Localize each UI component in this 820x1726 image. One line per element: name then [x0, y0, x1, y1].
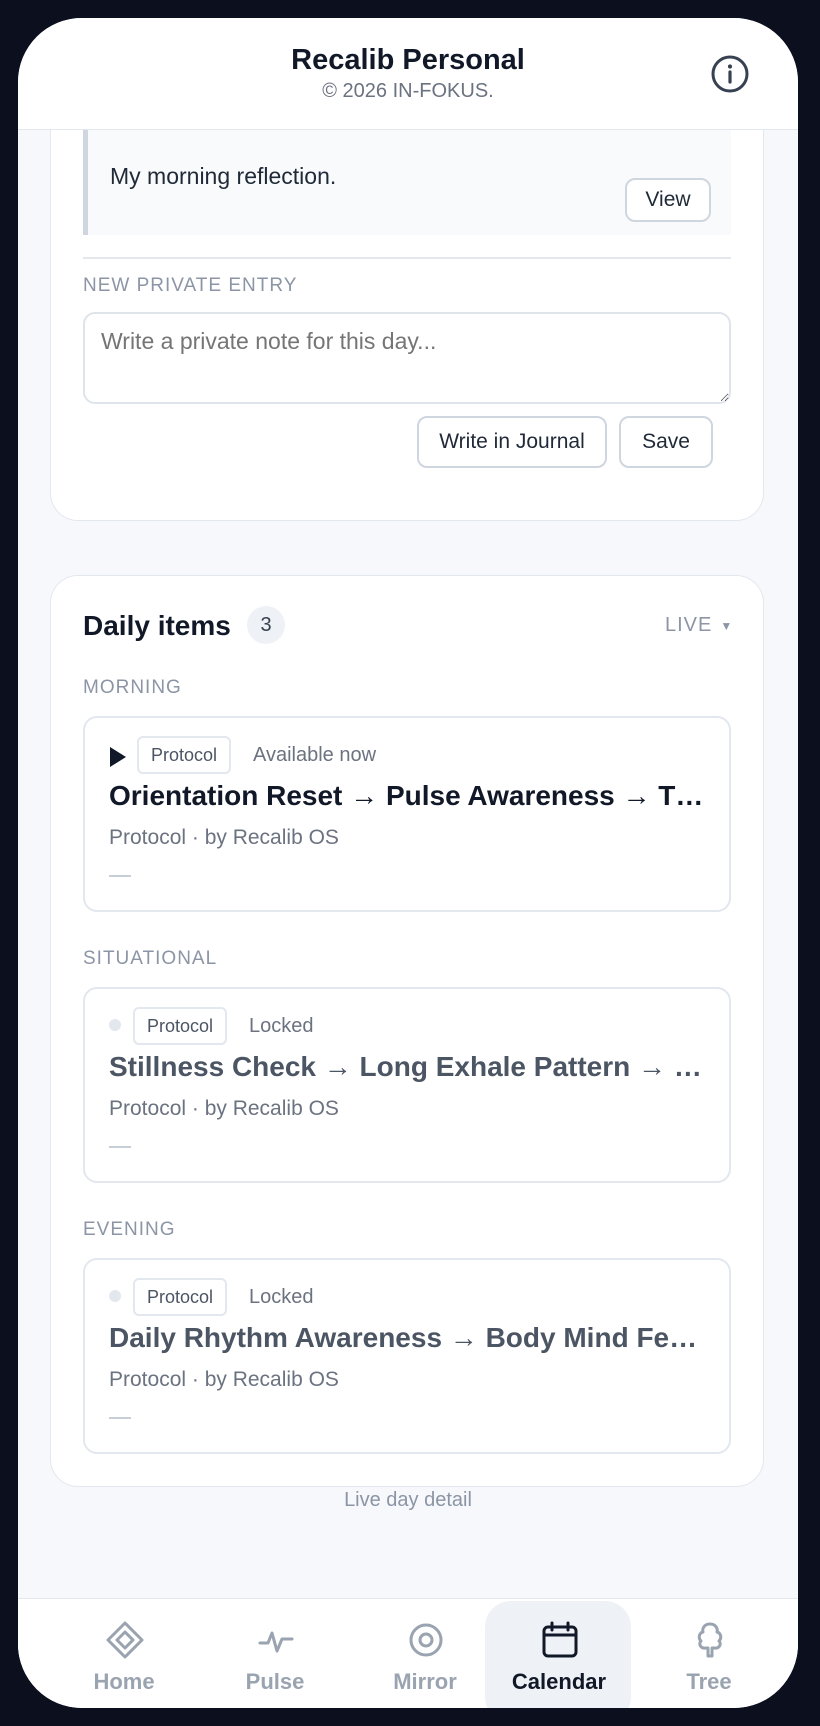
- play-icon[interactable]: [109, 746, 127, 768]
- info-button[interactable]: [710, 54, 750, 94]
- daily-item[interactable]: Protocol Available now Orientation Reset…: [83, 716, 731, 912]
- private-note-input[interactable]: [83, 312, 731, 404]
- bottom-nav: Home Pulse Mirror Calendar Tree: [18, 1598, 798, 1708]
- item-status: Locked: [249, 1015, 314, 1037]
- eye-icon: [409, 1623, 443, 1657]
- new-entry-label: NEW PRIVATE ENTRY: [83, 275, 298, 296]
- nav-item-mirror[interactable]: Mirror: [351, 1599, 499, 1708]
- item-status: Locked: [249, 1286, 314, 1308]
- item-placeholder-dash: [109, 875, 131, 877]
- journal-card: My morning reflection. View NEW PRIVATE …: [50, 130, 764, 521]
- item-title: Daily Rhythm Awareness → Body Mind Feel.…: [109, 1322, 709, 1353]
- nav-item-pulse[interactable]: Pulse: [201, 1599, 349, 1708]
- scroll-content[interactable]: My morning reflection. View NEW PRIVATE …: [18, 130, 798, 1598]
- item-meta: Protocol · by Recalib OS: [109, 1368, 339, 1391]
- item-tag: Protocol: [133, 1278, 228, 1316]
- nav-item-calendar[interactable]: Calendar: [485, 1599, 633, 1708]
- item-tag: Protocol: [133, 1007, 228, 1045]
- count-badge: 3: [247, 606, 285, 644]
- item-placeholder-dash: [109, 1146, 131, 1148]
- journal-entry-text: My morning reflection.: [110, 163, 337, 189]
- section-label-situational: SITUATIONAL: [83, 948, 218, 969]
- info-icon: [711, 55, 749, 93]
- nav-label: Home: [93, 1669, 155, 1694]
- item-title: Orientation Reset → Pulse Awareness → Th…: [109, 780, 709, 811]
- item-meta: Protocol · by Recalib OS: [109, 1097, 339, 1120]
- live-mode-label: LIVE: [665, 614, 713, 636]
- daily-item[interactable]: Protocol Locked Stillness Check → Long E…: [83, 987, 731, 1183]
- nav-label: Tree: [686, 1669, 732, 1694]
- nav-item-tree[interactable]: Tree: [635, 1599, 783, 1708]
- daily-items-card: Daily items 3 LIVE ▼ MORNING Protocol Ava…: [50, 575, 764, 1487]
- item-tag: Protocol: [137, 736, 232, 774]
- pulse-icon: [258, 1631, 294, 1653]
- status-dot-icon: [109, 1019, 121, 1031]
- daily-item[interactable]: Protocol Locked Daily Rhythm Awareness →…: [83, 1258, 731, 1454]
- divider: [83, 257, 731, 259]
- write-in-journal-button[interactable]: Write in Journal: [417, 416, 607, 468]
- journal-entry: My morning reflection. View: [83, 130, 731, 235]
- status-dot-icon: [109, 1290, 121, 1302]
- app-header: Recalib Personal © 2026 IN-FOKUS.: [18, 18, 798, 130]
- item-status: Available now: [253, 744, 377, 766]
- app-subtitle: © 2026 IN-FOKUS.: [322, 80, 494, 102]
- nav-item-home[interactable]: Home: [50, 1599, 198, 1708]
- footer-note: Live day detail: [344, 1489, 472, 1511]
- daily-items-title: Daily items: [83, 610, 231, 641]
- section-label-evening: EVENING: [83, 1219, 176, 1240]
- diamond-icon: [106, 1621, 144, 1659]
- item-title: Stillness Check → Long Exhale Pattern → …: [109, 1051, 709, 1082]
- calendar-icon: [542, 1621, 578, 1658]
- view-button[interactable]: View: [625, 178, 711, 222]
- nav-label: Calendar: [511, 1669, 607, 1694]
- caret-down-icon: ▼: [720, 618, 734, 633]
- item-placeholder-dash: [109, 1417, 131, 1419]
- live-mode-select[interactable]: LIVE ▼: [665, 614, 733, 637]
- save-button[interactable]: Save: [619, 416, 713, 468]
- nav-label: Pulse: [245, 1669, 305, 1694]
- item-meta: Protocol · by Recalib OS: [109, 826, 339, 849]
- phone-screen: Recalib Personal © 2026 IN-FOKUS. My mor…: [18, 18, 798, 1708]
- nav-label: Mirror: [393, 1669, 457, 1694]
- section-label-morning: MORNING: [83, 677, 182, 698]
- tree-icon: [697, 1622, 723, 1658]
- app-title: Recalib Personal: [291, 44, 525, 76]
